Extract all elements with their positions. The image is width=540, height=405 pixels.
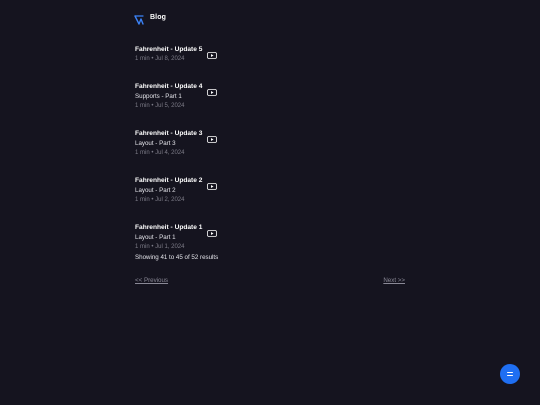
video-icon: [207, 177, 218, 190]
post-title[interactable]: Fahrenheit - Update 5: [135, 46, 202, 53]
logo-icon[interactable]: [134, 12, 144, 25]
post-item[interactable]: Fahrenheit - Update 2 Layout - Part 2 1 …: [135, 175, 405, 205]
previous-page-link[interactable]: << Previous: [135, 277, 168, 284]
menu-icon: [507, 372, 513, 376]
blog-page: Blog Fahrenheit - Update 5 1 min • Jul 8…: [0, 0, 540, 405]
post-subtitle: Layout - Part 1: [135, 234, 176, 241]
post-list: Fahrenheit - Update 5 1 min • Jul 8, 202…: [135, 44, 405, 269]
post-title-row: Fahrenheit - Update 3: [135, 128, 405, 143]
post-subtitle: Layout - Part 2: [135, 187, 176, 194]
post-item[interactable]: Fahrenheit - Update 1 Layout - Part 1 1 …: [135, 222, 405, 252]
post-title[interactable]: Fahrenheit - Update 1: [135, 224, 202, 231]
post-title-row: Fahrenheit - Update 2: [135, 175, 405, 190]
video-icon: [207, 130, 218, 143]
pagination: << Previous Next >>: [135, 277, 405, 284]
video-icon: [207, 224, 218, 237]
post-title[interactable]: Fahrenheit - Update 4: [135, 83, 202, 90]
video-icon: [207, 46, 218, 59]
menu-fab-button[interactable]: [500, 364, 520, 384]
post-meta: 1 min • Jul 1, 2024: [135, 244, 185, 250]
post-subtitle: Layout - Part 3: [135, 140, 176, 147]
post-subtitle: Supports - Part 1: [135, 93, 182, 100]
post-item[interactable]: Fahrenheit - Update 3 Layout - Part 3 1 …: [135, 128, 405, 158]
next-page-link[interactable]: Next >>: [383, 277, 405, 284]
post-title[interactable]: Fahrenheit - Update 3: [135, 130, 202, 137]
post-meta: 1 min • Jul 8, 2024: [135, 56, 185, 62]
results-summary: Showing 41 to 45 of 52 results: [135, 254, 219, 261]
post-meta: 1 min • Jul 2, 2024: [135, 197, 185, 203]
site-header: Blog: [134, 12, 166, 25]
post-title-row: Fahrenheit - Update 4: [135, 81, 405, 96]
video-icon: [207, 83, 218, 96]
post-title[interactable]: Fahrenheit - Update 2: [135, 177, 202, 184]
post-title-row: Fahrenheit - Update 5: [135, 44, 405, 59]
brand-link[interactable]: Blog: [150, 14, 166, 21]
post-meta: 1 min • Jul 5, 2024: [135, 103, 185, 109]
post-item[interactable]: Fahrenheit - Update 4 Supports - Part 1 …: [135, 81, 405, 111]
post-item[interactable]: Fahrenheit - Update 5 1 min • Jul 8, 202…: [135, 44, 405, 64]
post-title-row: Fahrenheit - Update 1: [135, 222, 405, 237]
post-meta: 1 min • Jul 4, 2024: [135, 150, 185, 156]
